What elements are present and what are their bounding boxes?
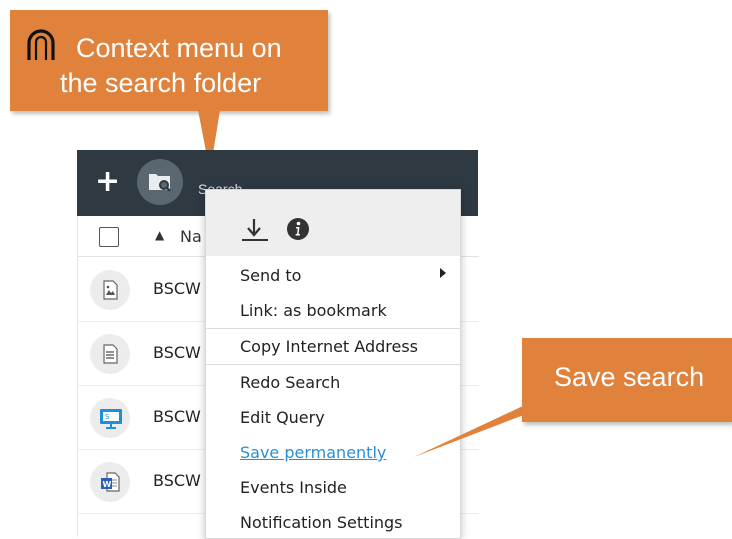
- callout-context-menu: Context menu on the search folder: [10, 10, 328, 172]
- menu-icon-bar: [206, 190, 460, 256]
- callout-text-line2: the search folder: [60, 68, 262, 98]
- menu-item-redo-search[interactable]: Redo Search: [240, 373, 340, 392]
- search-folder-icon: [149, 174, 171, 192]
- callout-save-text: Save search: [554, 362, 705, 392]
- menu-item-notification-settings[interactable]: Notification Settings: [240, 513, 403, 532]
- menu-item-copy-internet-address[interactable]: Copy Internet Address: [240, 337, 418, 356]
- download-icon[interactable]: [240, 217, 270, 243]
- submenu-arrow-icon: [440, 268, 446, 278]
- menu-item-link-bookmark[interactable]: Link: as bookmark: [240, 301, 387, 320]
- info-icon[interactable]: [286, 217, 310, 241]
- row-name[interactable]: BSCW: [153, 471, 201, 490]
- menu-item-save-permanently[interactable]: Save permanently: [240, 443, 386, 462]
- image-file-icon: [90, 270, 130, 310]
- select-all-checkbox[interactable]: [99, 227, 119, 247]
- menu-item-events-inside[interactable]: Events Inside: [240, 478, 347, 497]
- callout-save-search: Save search: [522, 338, 732, 422]
- mouse-icon: [27, 29, 55, 60]
- column-header-name[interactable]: Na: [180, 227, 202, 246]
- menu-separator: [206, 364, 460, 365]
- row-name[interactable]: BSCW: [153, 407, 201, 426]
- word-document-icon: W: [90, 462, 130, 502]
- text-document-icon: [90, 334, 130, 374]
- menu-item-edit-query[interactable]: Edit Query: [240, 408, 325, 427]
- svg-text:S: S: [105, 413, 110, 421]
- add-button[interactable]: +: [95, 164, 120, 199]
- presentation-icon: S: [90, 398, 130, 438]
- sort-ascending-icon[interactable]: ▲: [155, 228, 164, 242]
- context-menu: Send to Link: as bookmark Copy Internet …: [205, 189, 461, 539]
- menu-item-send-to[interactable]: Send to: [240, 266, 301, 285]
- menu-separator: [206, 328, 460, 329]
- row-name[interactable]: BSCW: [153, 279, 201, 298]
- callout-text-line1: Context menu on: [76, 33, 282, 63]
- search-folder-button[interactable]: [137, 159, 183, 205]
- row-name[interactable]: BSCW: [153, 343, 201, 362]
- svg-text:W: W: [103, 480, 112, 489]
